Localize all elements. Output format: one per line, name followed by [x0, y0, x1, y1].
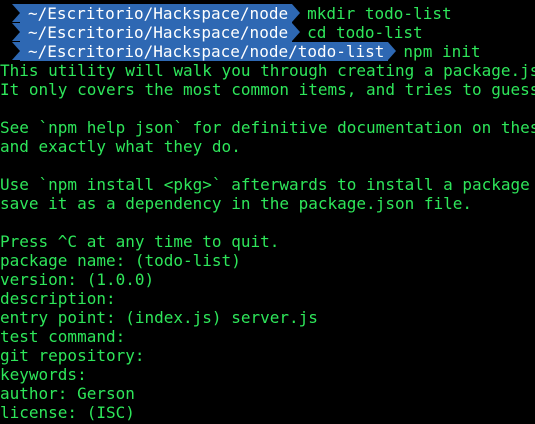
output-quit-hint: Press ^C at any time to quit. — [0, 232, 280, 251]
field-test-command: test command: — [0, 327, 126, 346]
prompt-line-1: ~/Escritorio/Hackspace/node mkdir todo-l… — [0, 4, 535, 23]
output-intro-line-2: It only covers the most common items, an… — [0, 80, 535, 99]
field-keywords: keywords: — [0, 365, 87, 384]
prompt-path-3: ~/Escritorio/Hackspace/node/todo-list — [11, 42, 397, 61]
output-help-line-1: See `npm help json` for definitive docum… — [0, 118, 535, 137]
terminal-window[interactable]: ~/Escritorio/Hackspace/node mkdir todo-l… — [0, 4, 535, 422]
prompt-path-1: ~/Escritorio/Hackspace/node — [11, 4, 301, 23]
field-git-repository: git repository: — [0, 346, 145, 365]
field-entry-point: entry point: (index.js) server.js — [0, 308, 318, 327]
prompt-command-2: cd todo-list — [307, 23, 423, 42]
prompt-line-3: ~/Escritorio/Hackspace/node/todo-list np… — [0, 42, 535, 61]
output-install-line-2: save it as a dependency in the package.j… — [0, 194, 473, 213]
prompt-command-3: npm init — [403, 42, 481, 61]
output-install-line-1: Use `npm install <pkg>` afterwards to in… — [0, 175, 535, 194]
prompt-command-1: mkdir todo-list — [307, 4, 452, 23]
prompt-path-2: ~/Escritorio/Hackspace/node — [11, 23, 301, 42]
output-help-line-2: and exactly what they do. — [0, 137, 241, 156]
output-intro-line-1: This utility will walk you through creat… — [0, 61, 535, 80]
field-description: description: — [0, 289, 116, 308]
field-version: version: (1.0.0) — [0, 270, 155, 289]
field-author: author: Gerson — [0, 384, 135, 403]
field-license[interactable]: license: (ISC) — [0, 403, 535, 422]
field-package-name: package name: (todo-list) — [0, 251, 241, 270]
prompt-line-2: ~/Escritorio/Hackspace/node cd todo-list — [0, 23, 535, 42]
